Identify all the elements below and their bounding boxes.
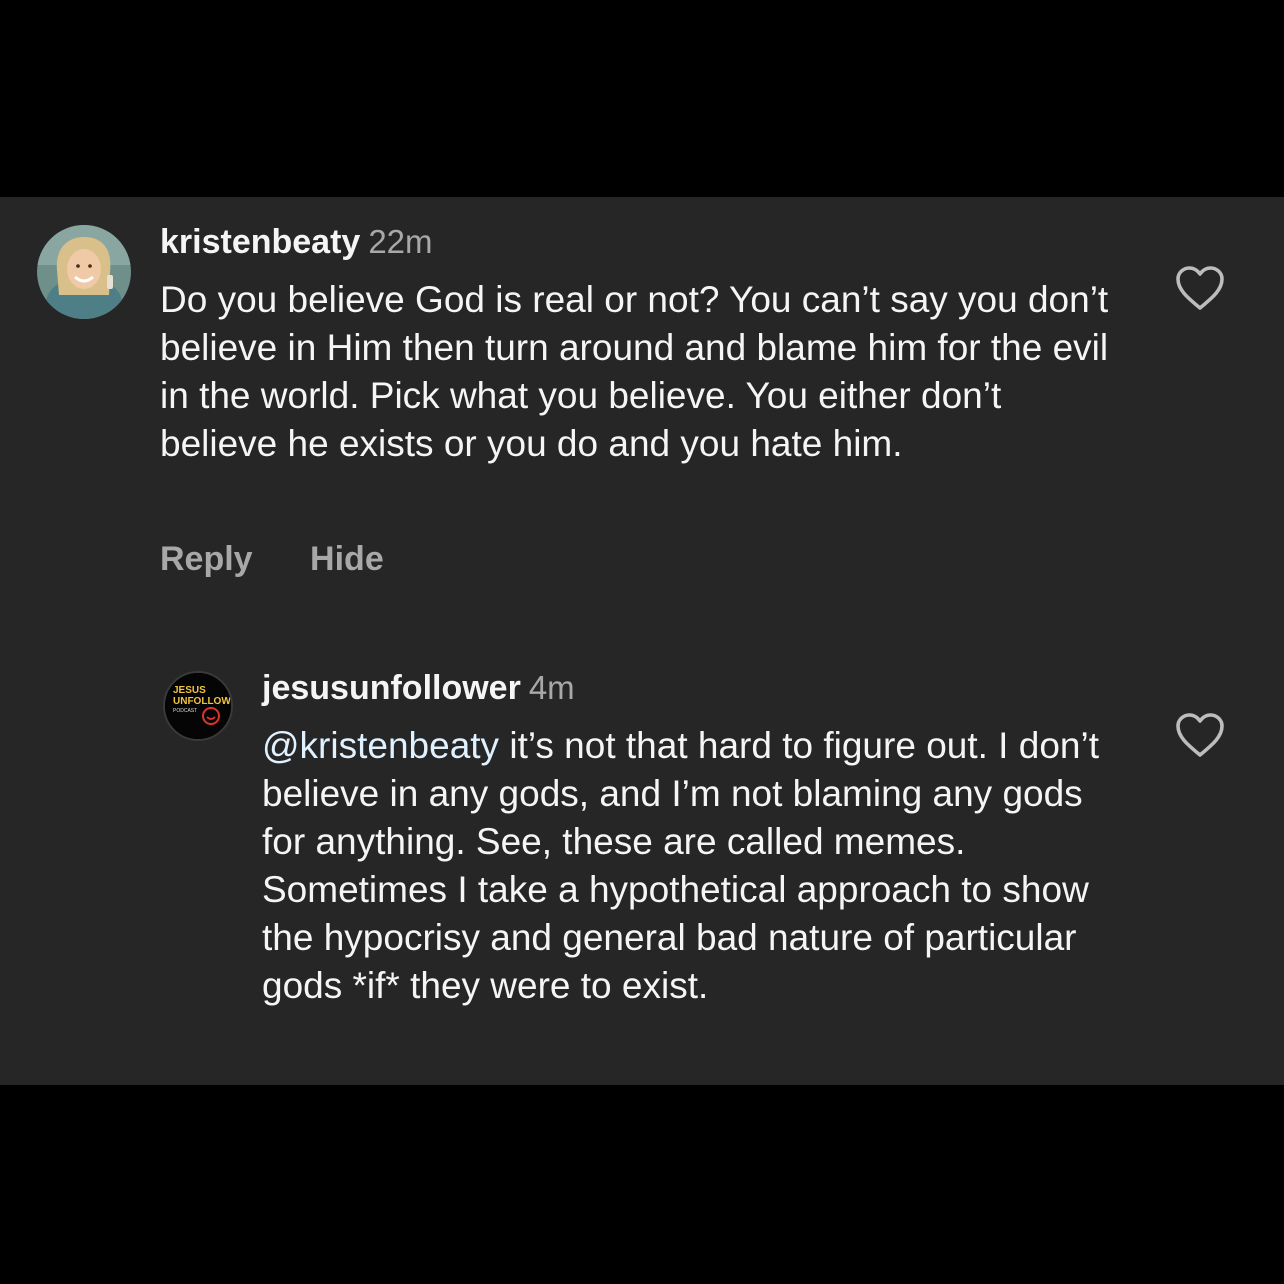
comment-header: kristenbeaty 22m <box>160 222 433 269</box>
comment-text: Do you believe God is real or not? You c… <box>160 279 1109 464</box>
timestamp: 4m <box>528 669 575 706</box>
reply-button[interactable]: Reply <box>160 540 253 578</box>
reply-text: it’s not that hard to figure out. I don’… <box>262 725 1099 1006</box>
timestamp: 22m <box>368 223 433 260</box>
heart-outline-icon[interactable] <box>1175 265 1225 311</box>
heart-outline-icon[interactable] <box>1175 712 1225 758</box>
hide-button[interactable]: Hide <box>310 540 384 578</box>
profile-photo <box>37 225 131 319</box>
logo-line3: PODCAST <box>173 708 197 714</box>
avatar[interactable]: JESUS UNFOLLOWER PODCAST <box>163 671 233 741</box>
comment-text: @kristenbeaty it’s not that hard to figu… <box>262 722 1112 1010</box>
mention-link[interactable]: @kristenbeaty <box>262 725 499 766</box>
logo-line2: UNFOLLOWER <box>173 696 231 707</box>
comment-actions: Reply Hide <box>160 540 384 579</box>
podcast-logo: JESUS UNFOLLOWER PODCAST <box>165 673 231 739</box>
username[interactable]: kristenbeaty <box>160 223 360 261</box>
username[interactable]: jesusunfollower <box>262 669 521 707</box>
comment-header: jesusunfollower 4m <box>262 668 575 715</box>
logo-line1: JESUS <box>173 685 206 696</box>
avatar[interactable] <box>37 225 131 319</box>
